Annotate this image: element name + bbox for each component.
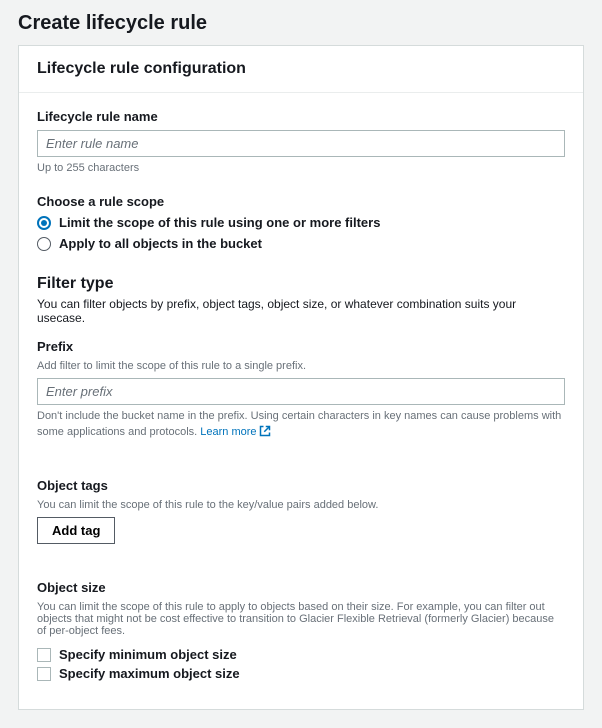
size-label: Object size — [37, 580, 565, 595]
page-title: Create lifecycle rule — [18, 12, 584, 35]
size-min-option[interactable]: Specify minimum object size — [37, 647, 565, 662]
tags-label: Object tags — [37, 478, 565, 493]
rule-name-input[interactable] — [37, 130, 565, 157]
size-max-option[interactable]: Specify maximum object size — [37, 666, 565, 681]
scope-option-all[interactable]: Apply to all objects in the bucket — [37, 236, 565, 251]
panel-header-title: Lifecycle rule configuration — [37, 60, 565, 78]
prefix-input[interactable] — [37, 378, 565, 405]
tags-desc: You can limit the scope of this rule to … — [37, 499, 565, 511]
panel-header: Lifecycle rule configuration — [19, 46, 583, 93]
scope-option-limit-label: Limit the scope of this rule using one o… — [59, 215, 380, 230]
add-tag-button[interactable]: Add tag — [37, 517, 115, 544]
size-max-label: Specify maximum object size — [59, 666, 240, 681]
radio-icon — [37, 216, 51, 230]
scope-label: Choose a rule scope — [37, 194, 565, 209]
learn-more-link[interactable]: Learn more — [200, 426, 270, 438]
scope-option-all-label: Apply to all objects in the bucket — [59, 236, 262, 251]
external-link-icon — [259, 425, 271, 442]
prefix-hint: Don't include the bucket name in the pre… — [37, 409, 565, 442]
filter-type-desc: You can filter objects by prefix, object… — [37, 297, 565, 325]
checkbox-icon — [37, 648, 51, 662]
rule-name-label: Lifecycle rule name — [37, 109, 565, 124]
config-panel: Lifecycle rule configuration Lifecycle r… — [18, 45, 584, 710]
checkbox-icon — [37, 667, 51, 681]
filter-type-title: Filter type — [37, 275, 565, 293]
scope-option-limit[interactable]: Limit the scope of this rule using one o… — [37, 215, 565, 230]
prefix-hint-text: Don't include the bucket name in the pre… — [37, 410, 561, 437]
rule-name-hint: Up to 255 characters — [37, 161, 565, 176]
prefix-desc: Add filter to limit the scope of this ru… — [37, 360, 565, 372]
radio-icon — [37, 237, 51, 251]
size-min-label: Specify minimum object size — [59, 647, 237, 662]
size-desc: You can limit the scope of this rule to … — [37, 601, 565, 637]
prefix-label: Prefix — [37, 339, 565, 354]
